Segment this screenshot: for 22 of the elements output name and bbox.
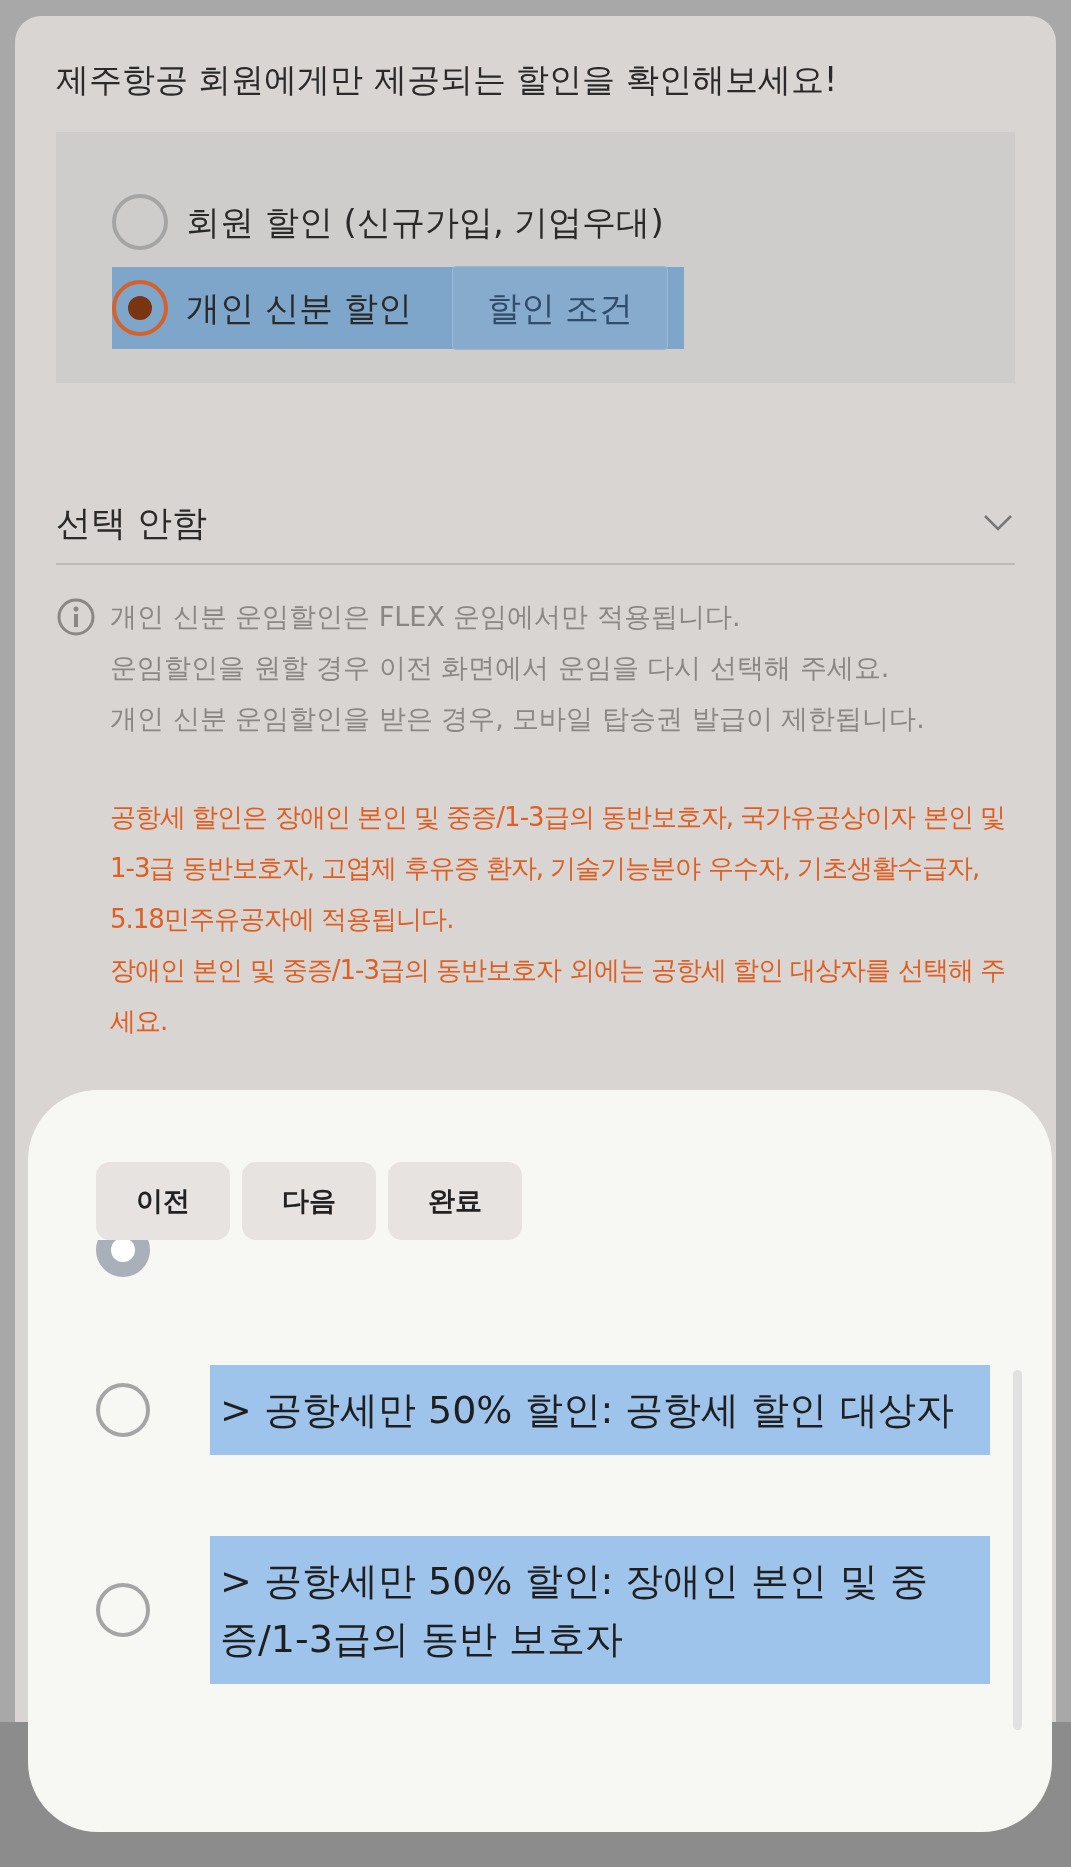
picker-button[interactable]: 다음	[242, 1162, 376, 1240]
info-text: 운임할인을 원할 경우 이전 화면에서 운임을 다시 선택해 주세요.	[110, 651, 891, 685]
radio-button[interactable]	[112, 280, 168, 336]
warning-text: 공항세 할인은 장애인 본인 및 중증/1-3급의 동반보호자, 국가유공상이자 본인 및 1-3급 동반보호자, 고엽제 후유증 환자, 기술기능분야 우수자, 기초생활수급자, 5.18민주유공자에 적용됩니다.	[110, 801, 1006, 936]
warning-text: 장애인 본인 및 중증/1-3급의 동반보호자 외에는 공항세 할인 대상자를 선택해 주세요.	[110, 954, 1006, 1038]
option-label[interactable]: > 공항세만 50% 할인: 장애인 본인 및 중증/1-3급의 동반 보호자	[220, 1552, 980, 1668]
radio-button[interactable]	[96, 1583, 150, 1637]
dropdown[interactable]: 선택 안함	[56, 483, 1015, 565]
radio-label[interactable]: 회원 할인 (신규가입, 기업우대)	[186, 196, 664, 248]
discount-conditions-button[interactable]: 할인 조건	[451, 266, 669, 350]
dropdown-value: 선택 안함	[56, 501, 208, 545]
info-text: 개인 신분 운임할인은 FLEX 운임에서만 적용됩니다.	[110, 600, 742, 634]
radio-button[interactable]	[112, 194, 168, 250]
option-label[interactable]: > 공항세만 50% 할인: 공항세 할인 대상자	[220, 1381, 980, 1439]
info-text: 개인 신분 운임할인을 받은 경우, 모바일 탑승권 발급이 제한됩니다.	[110, 702, 926, 736]
radio-label[interactable]: 개인 신분 할인	[186, 282, 412, 334]
picker-button[interactable]: 이전	[96, 1162, 230, 1240]
info-icon	[56, 597, 96, 637]
radio-button[interactable]	[96, 1383, 150, 1437]
picker-button[interactable]: 완료	[388, 1162, 522, 1240]
chevron-down-icon	[983, 514, 1013, 532]
subtitle: 제주항공 회원에게만 제공되는 할인을 확인해보세요!	[56, 59, 839, 101]
